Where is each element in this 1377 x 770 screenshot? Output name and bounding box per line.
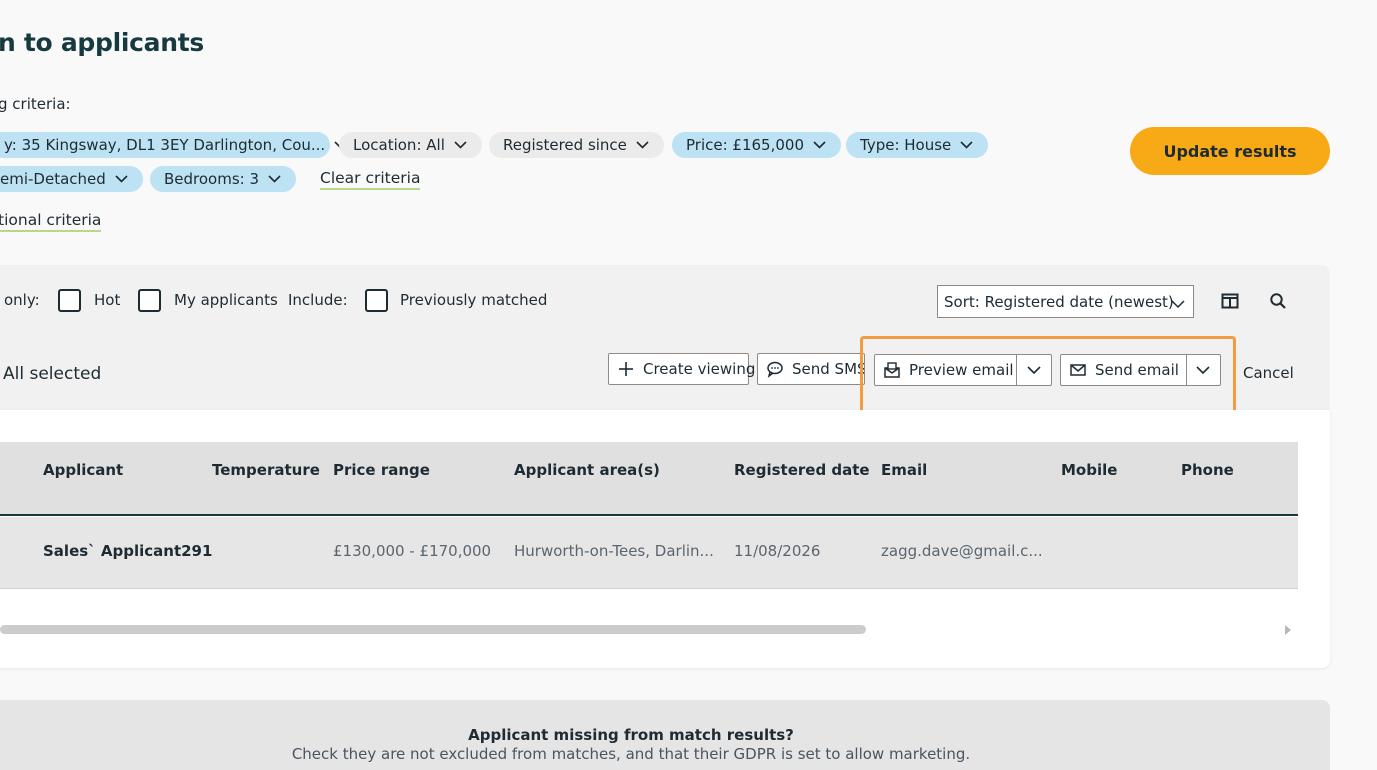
highlight-box [860,336,1236,416]
hot-label: Hot [94,291,121,309]
chevron-down-icon [267,174,282,184]
chevron-down-icon [1170,295,1186,313]
show-only-label: only: [4,291,40,309]
horizontal-scrollbar[interactable] [0,625,866,634]
scroll-right-arrow-icon[interactable] [1285,625,1291,635]
chat-bubble-icon [766,360,784,378]
chevron-down-icon [114,174,129,184]
columns-icon[interactable] [1221,292,1241,312]
chevron-down-icon [959,140,974,150]
plus-icon [617,360,635,378]
chip-price[interactable]: Price: £165,000 [672,132,841,158]
send-sms-button[interactable]: Send SMS [757,353,865,385]
chip-registered-since-label: Registered since [503,136,627,154]
chip-bedrooms[interactable]: Bedrooms: 3 [150,166,297,192]
column-header[interactable]: Applicant [43,461,123,479]
areas-cell: Hurworth-on-Tees, Darlin... [514,542,714,560]
previously-matched-checkbox[interactable] [365,289,388,312]
my-applicants-checkbox[interactable] [138,289,161,312]
chip-registered-since[interactable]: Registered since [489,132,664,158]
search-icon[interactable] [1269,292,1289,312]
applicant-name-link[interactable]: Sales` Applicant291 [43,542,212,560]
chip-address-label: y: 35 Kingsway, DL1 3EY Darlington, Cou.… [4,136,326,154]
registered-date-cell: 11/08/2026 [734,542,821,560]
column-header[interactable]: Applicant area(s) [514,461,660,479]
chip-type[interactable]: Type: House [846,132,989,158]
cancel-link[interactable]: Cancel [1243,364,1294,382]
criteria-label: g criteria: [0,95,71,113]
chevron-down-icon [812,140,827,150]
notice-title: Applicant missing from match results? [468,726,794,744]
email-cell: zagg.dave@gmail.c... [881,542,1043,560]
column-header[interactable]: Temperature [212,461,320,479]
chevron-down-icon [635,140,650,150]
additional-criteria-link[interactable]: tional criteria [0,211,102,232]
sort-select[interactable]: Sort: Registered date (newest) [937,285,1194,318]
include-label: Include: [288,291,348,309]
hot-checkbox[interactable] [58,289,81,312]
chip-location[interactable]: Location: All [339,132,482,158]
chip-location-label: Location: All [353,136,445,154]
chip-price-label: Price: £165,000 [686,136,804,154]
chip-bedrooms-label: Bedrooms: 3 [164,170,260,188]
column-header[interactable]: Phone [1181,461,1234,479]
column-header[interactable]: Email [881,461,927,479]
update-results-button[interactable]: Update results [1130,127,1330,175]
chip-address[interactable]: y: 35 Kingsway, DL1 3EY Darlington, Cou.… [0,132,347,158]
create-viewing-label: Create viewing [643,360,756,378]
chip-type-label: Type: House [860,136,952,154]
notice-body: Check they are not excluded from matches… [291,745,971,763]
chevron-down-icon [453,140,468,150]
clear-criteria-link[interactable]: Clear criteria [320,169,421,190]
column-header[interactable]: Mobile [1061,461,1117,479]
column-header[interactable]: Price range [333,461,430,479]
price-range-cell: £130,000 - £170,000 [333,542,492,560]
column-header[interactable]: Registered date [734,461,870,479]
send-sms-label: Send SMS [792,360,865,378]
page-title: n to applicants [0,28,204,57]
create-viewing-button[interactable]: Create viewing [608,353,755,385]
selection-status: All selected [3,364,102,384]
chip-style[interactable]: emi-Detached [0,166,143,192]
my-applicants-label: My applicants [174,291,278,309]
previously-matched-label: Previously matched [400,291,548,309]
table-header [0,442,1298,516]
chip-style-label: emi-Detached [0,170,106,188]
sort-value: Sort: Registered date (newest) [944,292,1174,311]
